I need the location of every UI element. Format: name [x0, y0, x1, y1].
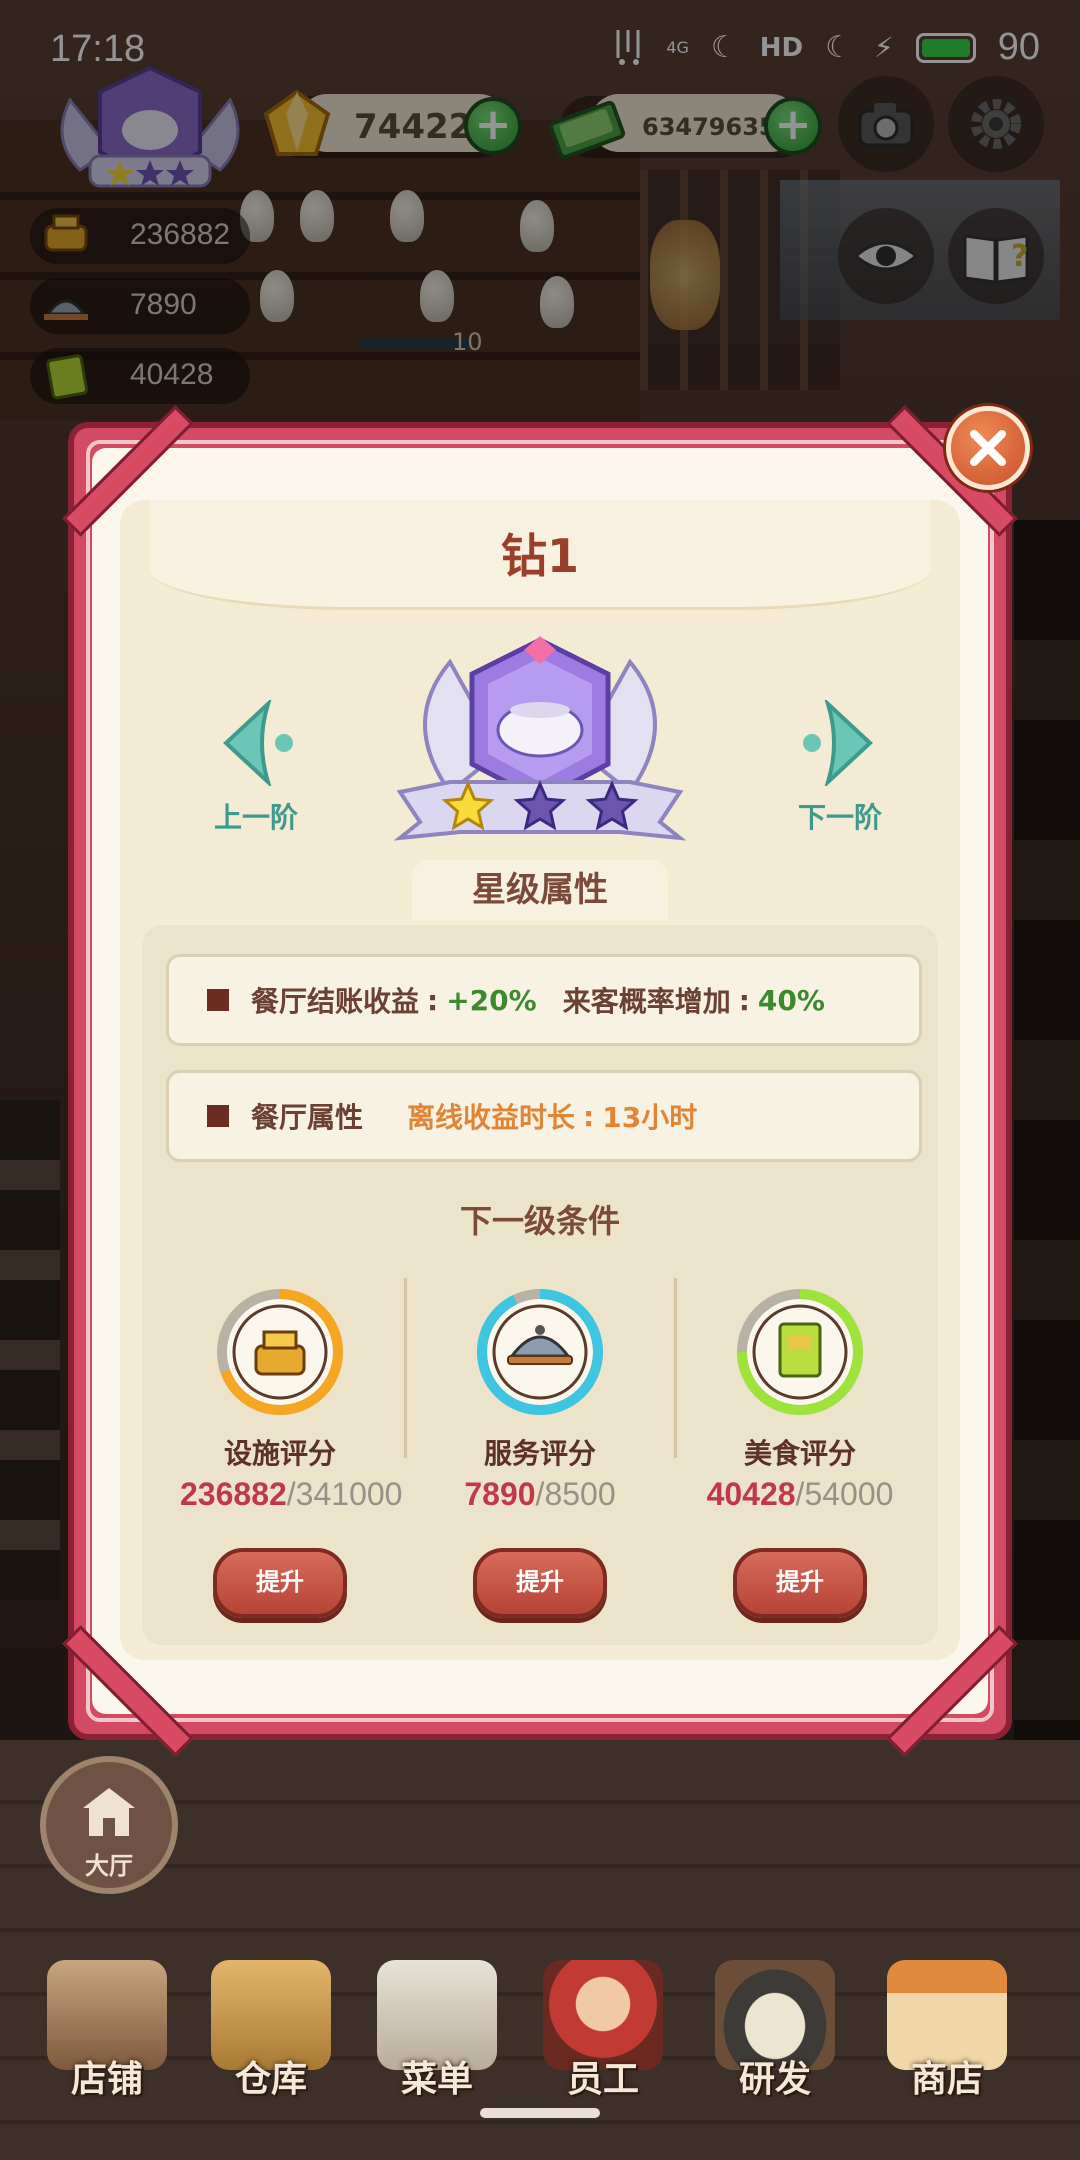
corner-ribbon-bl: [58, 1625, 194, 1757]
previous-rank-label: 上一阶: [213, 801, 298, 834]
next-rank-button[interactable]: 下一阶: [760, 697, 920, 834]
checkout-income-label: 餐厅结账收益: [251, 985, 420, 1018]
nav-shop-front[interactable]: 店铺: [32, 1960, 182, 2120]
home-indicator[interactable]: [480, 2108, 600, 2118]
corner-ribbon-tl: [58, 405, 194, 537]
gold-pot-icon: [254, 1330, 306, 1376]
condition-food: 美食评分 40428/54000: [700, 1284, 900, 1513]
food-progress-ring: [737, 1289, 863, 1415]
service-score-label: 服务评分: [483, 1437, 596, 1470]
facility-score-label: 设施评分: [223, 1437, 336, 1470]
condition-facility: 设施评分 236882/341000: [180, 1284, 403, 1513]
offline-income-label: 离线收益时长: [407, 1101, 576, 1134]
nav-warehouse[interactable]: 仓库: [196, 1960, 346, 2120]
divider: [674, 1278, 677, 1458]
hall-label: 大厅: [85, 1852, 133, 1880]
star-attributes-tab: 星级属性: [412, 860, 668, 920]
food-score-label: 美食评分: [743, 1437, 856, 1470]
customer-rate-label: 来客概率增加: [562, 985, 731, 1018]
next-rank-label: 下一阶: [797, 801, 882, 834]
hall-button[interactable]: 大厅: [40, 1756, 178, 1894]
checkout-income-value: +20%: [446, 983, 537, 1017]
bottom-nav: 店铺 仓库 菜单 员工 研发 商店: [0, 1950, 1080, 2160]
restaurant-attr-label: 餐厅属性: [251, 1101, 364, 1134]
upgrade-food-button[interactable]: 提升: [733, 1548, 867, 1618]
attribute-card-income: 餐厅结账收益 : +20% 来客概率增加 : 40%: [166, 954, 922, 1046]
star-attributes-title: 星级属性: [472, 870, 608, 910]
service-progress-ring: [477, 1289, 603, 1415]
attribute-card-offline: 餐厅属性 离线收益时长 : 13小时: [166, 1070, 922, 1162]
close-button[interactable]: [946, 406, 1030, 490]
corner-ribbon-br: [886, 1625, 1022, 1757]
service-score-progress: 7890/8500: [464, 1476, 616, 1512]
upgrade-service-button[interactable]: 提升: [473, 1548, 607, 1618]
nav-research[interactable]: 研发: [700, 1960, 850, 2120]
facility-progress-ring: [217, 1289, 343, 1415]
arrow-left-icon: [223, 697, 293, 789]
next-level-title: 下一级条件: [459, 1202, 620, 1240]
previous-rank-button[interactable]: 上一阶: [176, 697, 336, 834]
bullet-square-icon: [207, 989, 229, 1011]
bullet-square-icon: [207, 1105, 229, 1127]
nav-staff[interactable]: 员工: [528, 1960, 678, 2120]
recipe-book-icon: [778, 1322, 822, 1378]
diamond-rank-badge: [393, 636, 687, 841]
food-score-progress: 40428/54000: [706, 1476, 894, 1512]
upgrade-facility-button[interactable]: 提升: [213, 1548, 347, 1618]
hall-house-icon: [83, 1788, 135, 1836]
condition-service: 服务评分 7890/8500: [440, 1284, 640, 1513]
offline-income-value: 13小时: [602, 1101, 698, 1134]
arrow-right-icon: [803, 697, 873, 789]
customer-rate-value: 40%: [757, 983, 825, 1017]
rank-title: 钻1: [500, 529, 579, 583]
divider: [404, 1278, 407, 1458]
nav-menu[interactable]: 菜单: [362, 1960, 512, 2120]
close-icon: [970, 430, 1006, 466]
facility-score-progress: 236882/341000: [180, 1476, 403, 1512]
nav-store[interactable]: 商店: [872, 1960, 1022, 2120]
